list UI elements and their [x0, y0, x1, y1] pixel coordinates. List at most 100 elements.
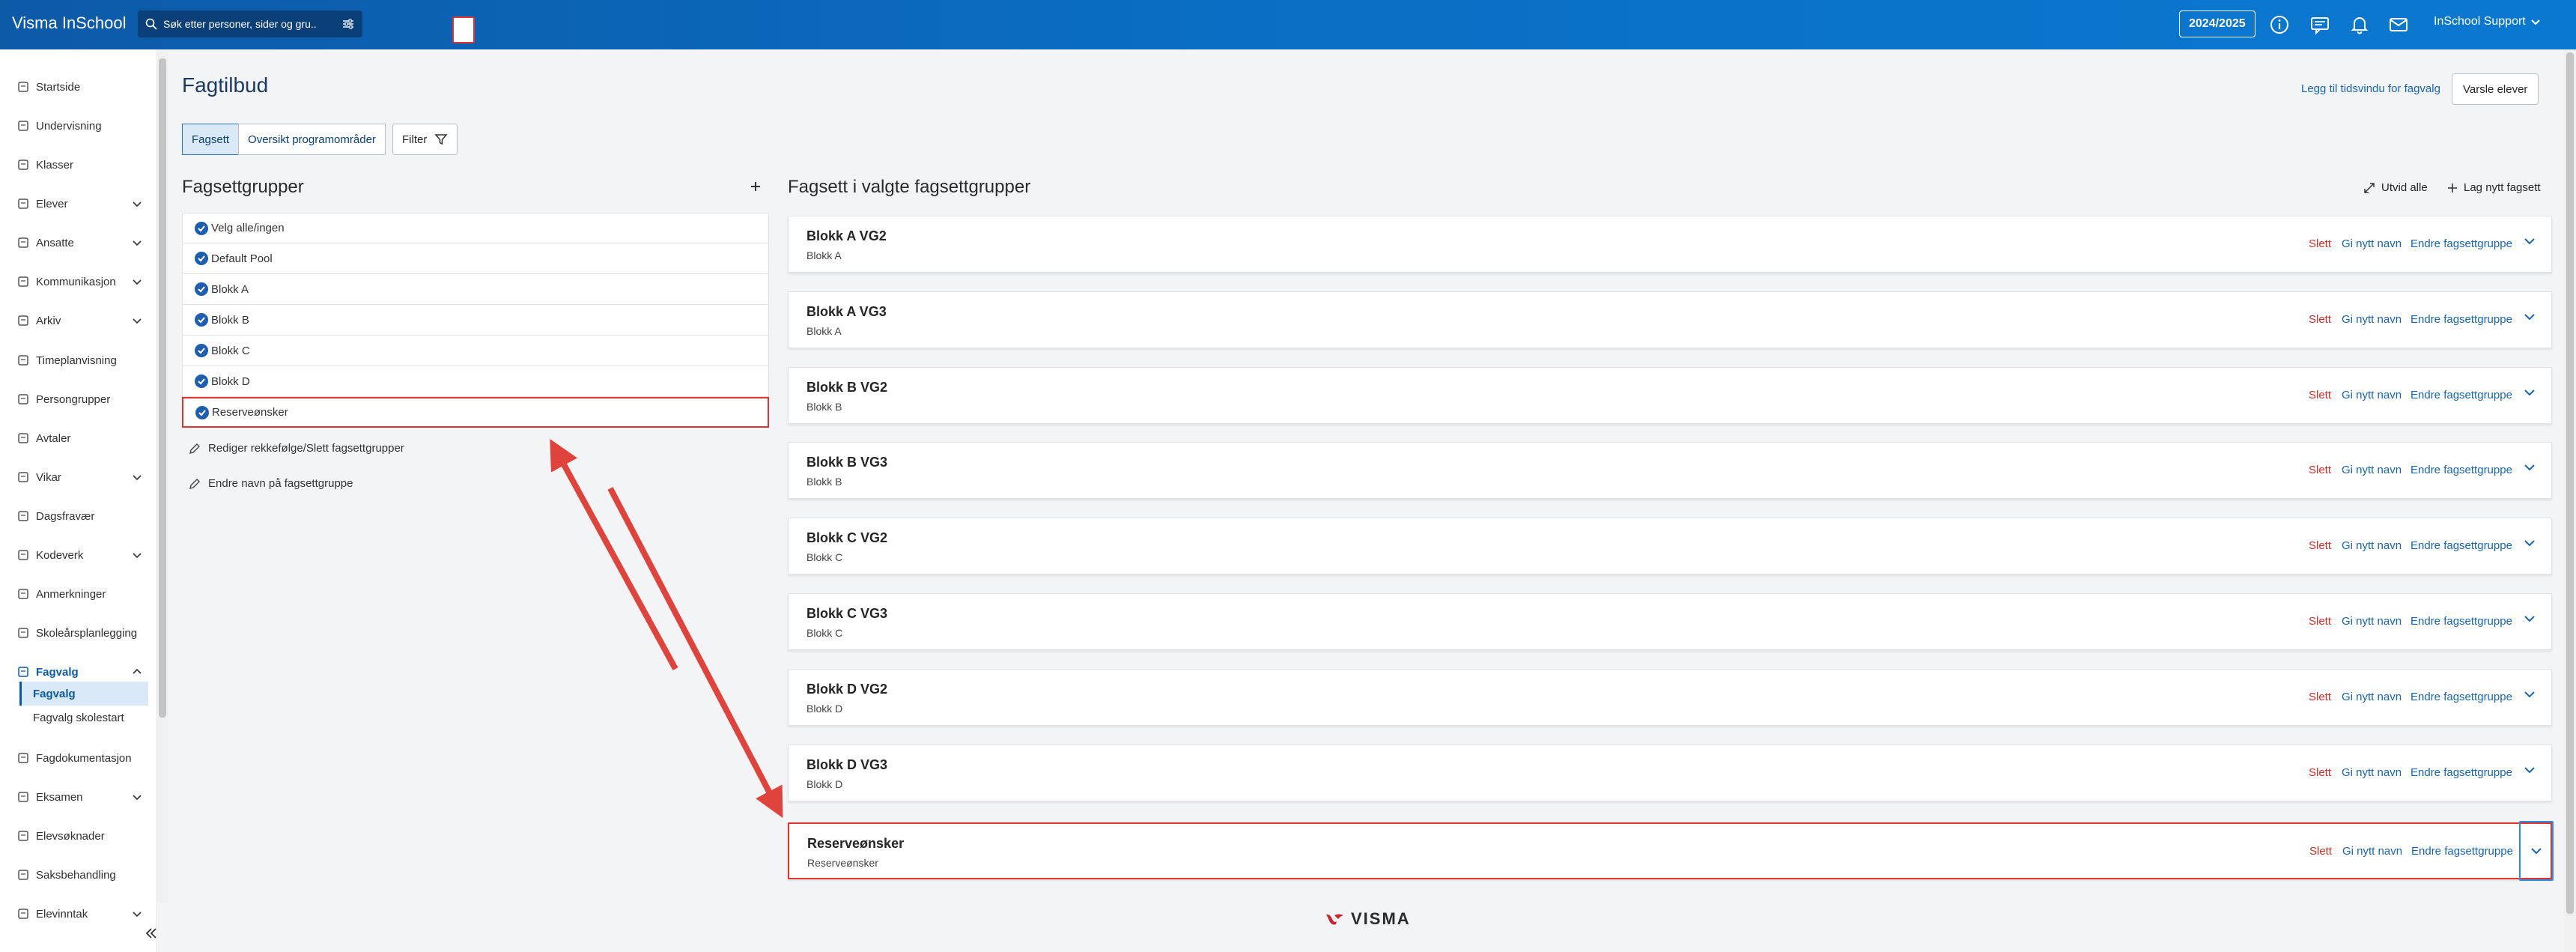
- filter-button[interactable]: Filter: [392, 124, 458, 155]
- rename-link[interactable]: Gi nytt navn: [2342, 313, 2402, 326]
- app-title[interactable]: Visma InSchool: [12, 13, 126, 33]
- expand-card-button[interactable]: [2521, 384, 2544, 407]
- group-row[interactable]: Reserveønsker: [182, 397, 769, 428]
- checkbox-checked-icon[interactable]: [195, 313, 208, 327]
- search-filter-icon[interactable]: [341, 17, 355, 31]
- group-row[interactable]: Velg alle/ingen: [182, 213, 769, 243]
- change-group-link[interactable]: Endre fagsettgruppe: [2411, 389, 2512, 401]
- notify-students-button[interactable]: Varsle elever: [2452, 73, 2539, 105]
- change-group-link[interactable]: Endre fagsettgruppe: [2411, 615, 2512, 628]
- sidebar-item-15[interactable]: Skoleårsplanlegging: [16, 622, 142, 644]
- absence-icon: [18, 511, 28, 521]
- rename-link[interactable]: Gi nytt navn: [2342, 845, 2402, 858]
- delete-link[interactable]: Slett: [2309, 539, 2331, 552]
- checkbox-checked-icon[interactable]: [195, 221, 208, 235]
- school-year-selector[interactable]: 2024/2025: [2179, 10, 2255, 37]
- notifications-icon[interactable]: [2348, 13, 2371, 36]
- expand-card-button[interactable]: [2521, 686, 2544, 709]
- rename-link[interactable]: Gi nytt navn: [2342, 464, 2402, 476]
- sidebar-item-4[interactable]: Elever: [16, 192, 142, 215]
- page-scroll-thumb[interactable]: [2566, 52, 2574, 914]
- checkbox-checked-icon[interactable]: [195, 252, 208, 265]
- add-time-window-link[interactable]: Legg til tidsvindu for fagvalg: [2301, 82, 2440, 95]
- delete-link[interactable]: Slett: [2309, 237, 2331, 250]
- search-input[interactable]: Søk etter personer, sider og gru..: [163, 18, 341, 30]
- rename-link[interactable]: Gi nytt navn: [2342, 766, 2402, 779]
- messages-icon[interactable]: [2309, 13, 2331, 36]
- change-group-link[interactable]: Endre fagsettgruppe: [2411, 845, 2513, 858]
- new-set-button[interactable]: Lag nytt fagsett: [2447, 181, 2541, 194]
- change-group-link[interactable]: Endre fagsettgruppe: [2411, 237, 2512, 250]
- sidebar-item-16[interactable]: Fagvalg: [16, 661, 142, 683]
- group-row[interactable]: Blokk D: [182, 366, 769, 397]
- delete-link[interactable]: Slett: [2309, 691, 2331, 703]
- sidebar-item-18[interactable]: Eksamen: [16, 786, 142, 808]
- sidebar-item-17[interactable]: Fagdokumentasjon: [16, 747, 142, 769]
- group-row[interactable]: Blokk B: [182, 305, 769, 336]
- delete-link[interactable]: Slett: [2309, 615, 2331, 628]
- sidebar-item-13[interactable]: Kodeverk: [16, 544, 142, 566]
- change-group-link[interactable]: Endre fagsettgruppe: [2411, 539, 2512, 552]
- search-box[interactable]: Søk etter personer, sider og gru..: [138, 10, 362, 37]
- sidebar-item-6[interactable]: Kommunikasjon: [16, 270, 142, 293]
- group-row[interactable]: Blokk C: [182, 336, 769, 366]
- sidebar-item-12[interactable]: Dagsfravær: [16, 505, 142, 527]
- sidebar-item-21[interactable]: Elevinntak: [16, 903, 142, 925]
- delete-link[interactable]: Slett: [2309, 313, 2331, 326]
- expand-card-button[interactable]: [2521, 233, 2544, 255]
- delete-link[interactable]: Slett: [2309, 389, 2331, 401]
- sidebar-item-19[interactable]: Elevsøknader: [16, 825, 142, 847]
- sidebar-subitem-fagvalg[interactable]: Fagvalg: [19, 682, 148, 706]
- rename-link[interactable]: Gi nytt navn: [2342, 237, 2402, 250]
- user-menu[interactable]: InSchool Support: [2434, 15, 2541, 28]
- checkbox-checked-icon[interactable]: [195, 375, 208, 388]
- expand-card-button[interactable]: [2519, 821, 2554, 881]
- delete-link[interactable]: Slett: [2309, 845, 2332, 858]
- chevron-down-icon: [2531, 848, 2542, 855]
- sidebar-item-7[interactable]: Arkiv: [16, 309, 142, 332]
- rename-link[interactable]: Gi nytt navn: [2342, 539, 2402, 552]
- sidebar-item-9[interactable]: Persongrupper: [16, 388, 142, 410]
- sidebar-item-2[interactable]: Undervisning: [16, 115, 142, 137]
- checkbox-checked-icon[interactable]: [195, 344, 208, 357]
- group-row[interactable]: Default Pool: [182, 243, 769, 274]
- sidebar-scrollbar[interactable]: [157, 52, 168, 903]
- checkbox-checked-icon[interactable]: [195, 282, 208, 296]
- rename-link[interactable]: Gi nytt navn: [2342, 691, 2402, 703]
- delete-link[interactable]: Slett: [2309, 464, 2331, 476]
- info-icon[interactable]: [2268, 13, 2291, 36]
- sidebar-item-14[interactable]: Anmerkninger: [16, 583, 142, 605]
- rename-group-link[interactable]: Endre navn på fagsettgruppe: [189, 477, 353, 490]
- sidebar-item-20[interactable]: Saksbehandling: [16, 864, 142, 886]
- tab-program-overview[interactable]: Oversikt programområder: [238, 124, 386, 155]
- sidebar-item-11[interactable]: Vikar: [16, 466, 142, 488]
- checkbox-checked-icon[interactable]: [195, 405, 209, 419]
- change-group-link[interactable]: Endre fagsettgruppe: [2411, 766, 2512, 779]
- change-group-link[interactable]: Endre fagsettgruppe: [2411, 691, 2512, 703]
- edit-order-link[interactable]: Rediger rekkefølge/Slett fagsettgrupper: [189, 442, 404, 455]
- sidebar-item-3[interactable]: Klasser: [16, 154, 142, 176]
- expand-all-button[interactable]: Utvid alle: [2363, 181, 2428, 194]
- sidebar-subitem-fagvalg-skolestart[interactable]: Fagvalg skolestart: [19, 706, 148, 730]
- sidebar-item-8[interactable]: Timeplanvisning: [16, 349, 142, 372]
- add-group-icon[interactable]: [747, 178, 764, 195]
- group-row[interactable]: Blokk A: [182, 274, 769, 305]
- sidebar-item-1[interactable]: Startside: [16, 76, 142, 98]
- delete-link[interactable]: Slett: [2309, 766, 2331, 779]
- sidebar-item-5[interactable]: Ansatte: [16, 231, 142, 254]
- tab-fagsett[interactable]: Fagsett: [182, 124, 240, 155]
- expand-card-button[interactable]: [2521, 610, 2544, 633]
- rename-link[interactable]: Gi nytt navn: [2342, 389, 2402, 401]
- change-group-link[interactable]: Endre fagsettgruppe: [2411, 464, 2512, 476]
- collapse-sidebar-icon[interactable]: [144, 926, 159, 941]
- mail-icon[interactable]: [2387, 13, 2410, 36]
- page-scrollbar[interactable]: [2564, 49, 2576, 952]
- change-group-link[interactable]: Endre fagsettgruppe: [2411, 313, 2512, 326]
- expand-card-button[interactable]: [2521, 762, 2544, 784]
- expand-card-button[interactable]: [2521, 459, 2544, 482]
- sidebar-item-10[interactable]: Avtaler: [16, 427, 142, 449]
- sidebar-scroll-thumb[interactable]: [159, 58, 166, 718]
- expand-card-button[interactable]: [2521, 535, 2544, 557]
- rename-link[interactable]: Gi nytt navn: [2342, 615, 2402, 628]
- expand-card-button[interactable]: [2521, 309, 2544, 331]
